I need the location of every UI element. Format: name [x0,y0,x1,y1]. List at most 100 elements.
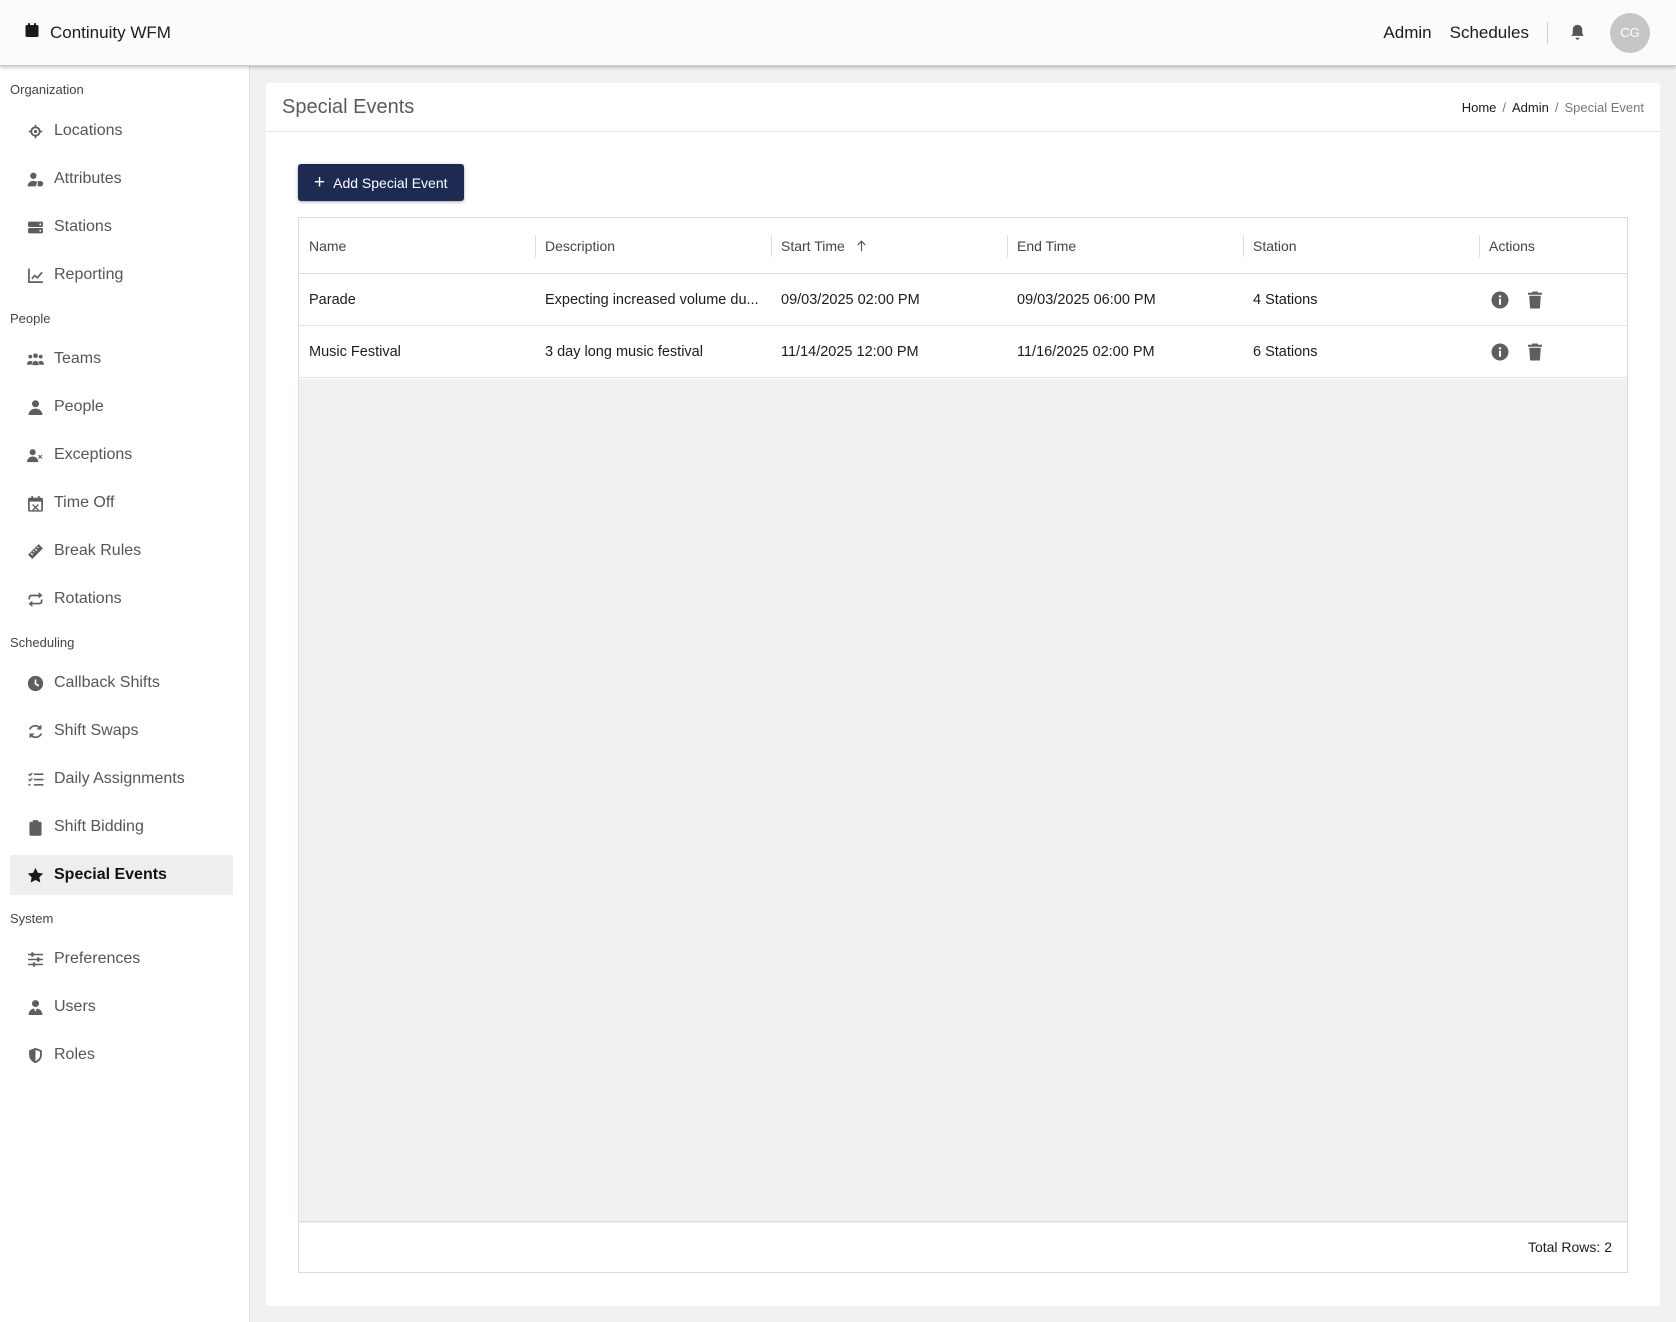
sidebar-item-exceptions[interactable]: Exceptions [10,435,233,475]
sidebar-item-label: Time Off [54,494,115,511]
sliders-icon [26,950,44,968]
cell-end-time: 09/03/2025 06:00 PM [1007,274,1243,325]
total-rows: Total Rows: 2 [1527,1239,1612,1255]
table-empty-area [299,379,1627,1223]
sidebar-item-stations[interactable]: Stations [10,207,233,247]
add-special-event-button[interactable]: + Add Special Event [298,164,464,201]
crosshair-icon [26,122,44,140]
info-icon[interactable] [1489,341,1511,363]
top-bar: Continuity WFM Admin Schedules CG [0,0,1676,66]
table-row[interactable]: Music Festival 3 day long music festival… [299,326,1627,378]
chart-line-icon [26,266,44,284]
sidebar-item-shift-swaps[interactable]: Shift Swaps [10,711,233,751]
sidebar-item-preferences[interactable]: Preferences [10,939,233,979]
brand[interactable]: Continuity WFM [24,22,171,43]
cell-text: Expecting increased volume du... [545,291,759,308]
column-header-end-time[interactable]: End Time [1007,218,1243,273]
sidebar-item-label: Shift Bidding [54,818,144,835]
section-people: People [10,311,51,326]
users-icon [26,350,44,368]
column-header-label: Name [309,237,347,254]
add-special-event-label: Add Special Event [333,174,448,191]
breadcrumb-separator: / [1554,99,1559,115]
sidebar-item-time-off[interactable]: Time Off [10,483,233,523]
column-header-label: Start Time [781,237,845,254]
sidebar-item-label: Preferences [54,950,141,967]
sidebar-item-label: Attributes [54,170,122,187]
cell-text: 09/03/2025 06:00 PM [1017,291,1156,308]
column-header-label: Station [1253,237,1297,254]
sidebar-item-rotations[interactable]: Rotations [10,579,233,619]
user-x-icon [26,446,44,464]
section-organization: Organization [10,82,84,97]
column-header-description[interactable]: Description [535,218,771,273]
sidebar-item-attributes[interactable]: Attributes [10,159,233,199]
trash-icon[interactable] [1524,289,1546,311]
sidebar-item-teams[interactable]: Teams [10,339,233,379]
sidebar-item-callback-shifts[interactable]: Callback Shifts [10,663,233,703]
sidebar-item-label: Callback Shifts [54,674,160,691]
cell-station: 4 Stations [1243,274,1479,325]
sidebar-item-label: Reporting [54,266,124,283]
user-tie-icon [26,998,44,1016]
sidebar-item-label: Roles [54,1046,95,1063]
cell-text: 11/14/2025 12:00 PM [781,343,919,360]
checklist-icon [26,770,44,788]
sidebar-item-users[interactable]: Users [10,987,233,1027]
section-system: System [10,911,54,926]
breadcrumb-current: Special Event [1564,99,1645,115]
table-row[interactable]: Parade Expecting increased volume du... … [299,274,1627,326]
refresh-icon [26,722,44,740]
table-footer: Total Rows: 2 [299,1221,1627,1272]
breadcrumb: Home / Admin / Special Event [1462,100,1644,115]
column-header-actions: Actions [1479,218,1627,273]
nav-schedules[interactable]: Schedules [1450,23,1529,43]
shield-icon [26,1046,44,1064]
sidebar-item-break-rules[interactable]: Break Rules [10,531,233,571]
content-card: Special Events Home / Admin / Special Ev… [266,83,1660,1306]
sidebar-item-reporting[interactable]: Reporting [10,255,233,295]
cell-text: 6 Stations [1253,343,1318,360]
cell-start-time: 09/03/2025 02:00 PM [771,274,1007,325]
sidebar-item-locations[interactable]: Locations [10,111,233,151]
sidebar-item-label: Users [54,998,96,1015]
sidebar-item-special-events[interactable]: Special Events [10,855,233,895]
sidebar-item-label: Break Rules [54,542,142,559]
cell-name: Music Festival [299,326,535,377]
cell-actions [1479,326,1627,377]
column-header-station[interactable]: Station [1243,218,1479,273]
sidebar-item-shift-bidding[interactable]: Shift Bidding [10,807,233,847]
cell-text: 11/16/2025 02:00 PM [1017,343,1155,360]
divider [1547,21,1548,44]
card-header: Special Events Home / Admin / Special Ev… [266,83,1660,132]
bell-icon[interactable] [1566,22,1588,44]
sidebar-item-label: Rotations [54,590,122,607]
column-header-start-time[interactable]: Start Time [771,218,1007,273]
sidebar-item-roles[interactable]: Roles [10,1035,233,1075]
sidebar-item-label: Special Events [54,866,167,883]
trash-icon[interactable] [1524,341,1546,363]
cell-name: Parade [299,274,535,325]
calendar-icon [24,22,40,43]
clipboard-icon [26,818,44,836]
breadcrumb-admin[interactable]: Admin [1512,100,1549,115]
sort-ascending-icon[interactable] [855,239,868,252]
plus-icon: + [314,172,326,193]
nav-admin[interactable]: Admin [1383,23,1431,43]
sidebar-item-label: Locations [54,122,123,139]
sidebar-item-label: Teams [54,350,102,367]
cell-text: Music Festival [309,343,401,360]
breadcrumb-home[interactable]: Home [1462,100,1497,115]
app-title: Continuity WFM [50,22,171,42]
cell-text: 4 Stations [1253,291,1318,308]
server-icon [26,218,44,236]
sidebar-item-people[interactable]: People [10,387,233,427]
sidebar-item-label: Exceptions [54,446,133,463]
clock-icon [26,674,44,692]
info-icon[interactable] [1489,289,1511,311]
column-header-name[interactable]: Name [299,218,535,273]
avatar[interactable]: CG [1610,12,1650,53]
sidebar-item-label: Daily Assignments [54,770,185,787]
calendar-x-icon [26,494,44,512]
sidebar-item-daily-assignments[interactable]: Daily Assignments [10,759,233,799]
